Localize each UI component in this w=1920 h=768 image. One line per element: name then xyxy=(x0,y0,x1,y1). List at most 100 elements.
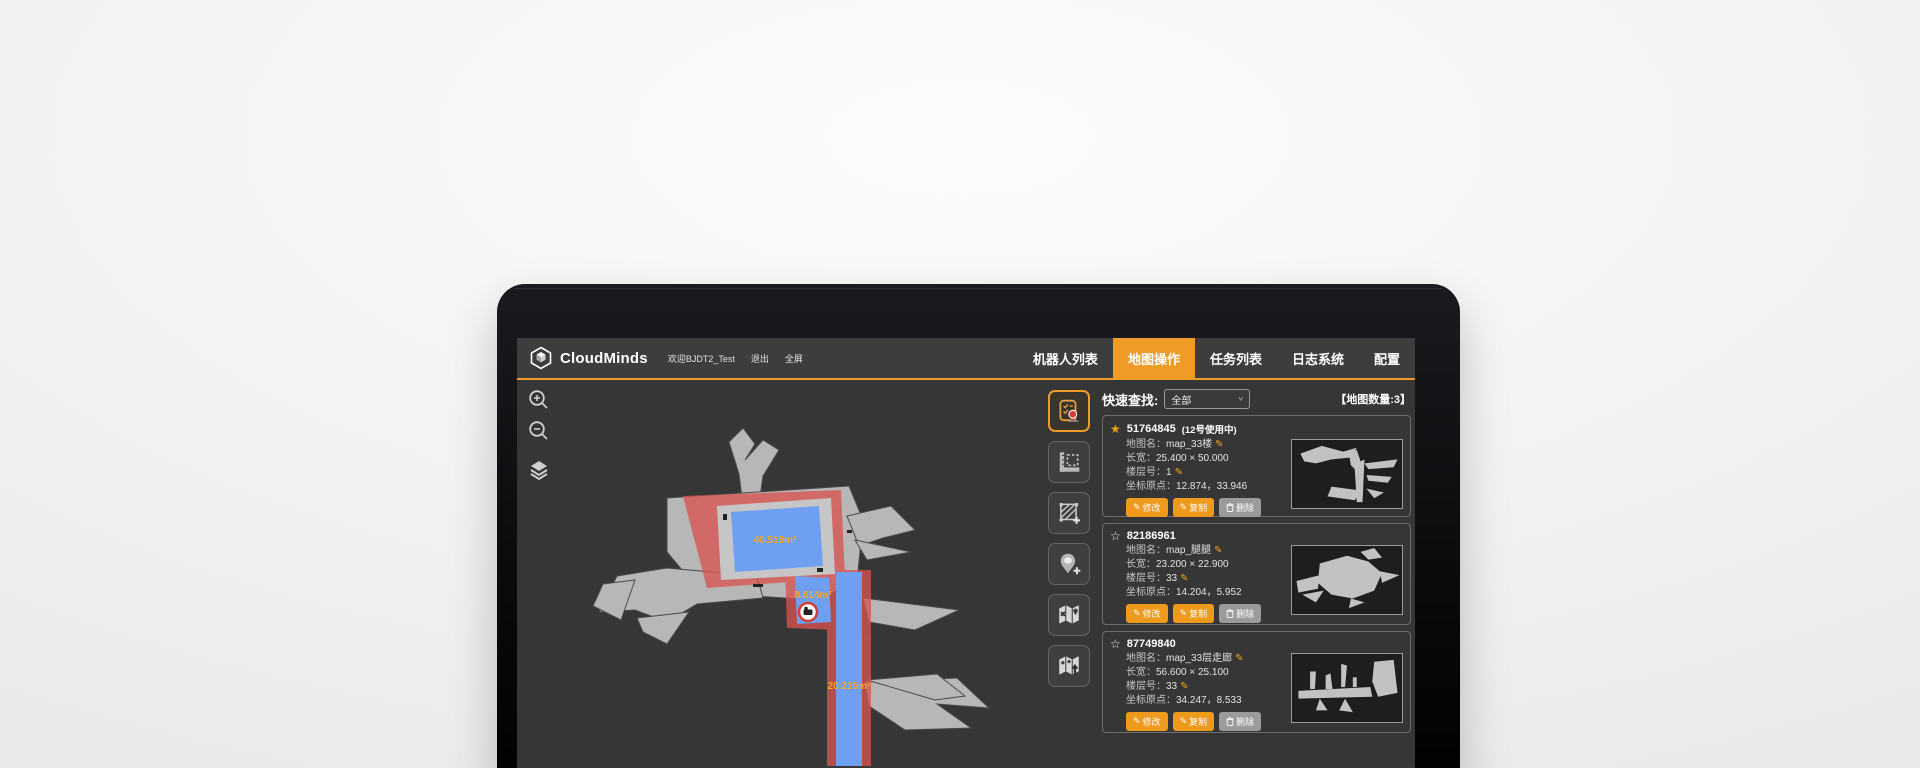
quick-find-label: 快速查找: xyxy=(1102,390,1158,409)
field-label: 楼层号： xyxy=(1126,467,1166,478)
panel-header: 快速查找: 全部 ˅ 【地图数量:3】 xyxy=(1102,389,1411,409)
tab-robot-list[interactable]: 机器人列表 xyxy=(1018,338,1113,378)
map-name-value: map_腿腿 xyxy=(1166,545,1211,556)
edit-pencil-icon: ✎ xyxy=(1180,608,1188,619)
webcam-dot xyxy=(960,298,965,303)
laptop-bezel: CloudMinds 欢迎BJDT2_Test 退出 全屏 机器人列表 地图操作… xyxy=(497,284,1460,768)
navbar: CloudMinds 欢迎BJDT2_Test 退出 全屏 机器人列表 地图操作… xyxy=(517,338,1415,380)
map-card-title: ☆ 87749840 xyxy=(1110,638,1403,650)
map-list-panel: 快速查找: 全部 ˅ 【地图数量:3】 ★ 51764845 (12号使用中) xyxy=(1100,380,1413,766)
field-label: 地图名： xyxy=(1126,545,1166,556)
area-label-2: 8.614m² xyxy=(794,590,832,601)
map-origin-value: 34.247，8.533 xyxy=(1176,695,1242,706)
fullscreen-link[interactable]: 全屏 xyxy=(785,352,803,365)
map-origin-value: 14.204，5.952 xyxy=(1176,587,1242,598)
area-label-3: 20.215m² xyxy=(828,681,871,692)
tab-settings[interactable]: 配置 xyxy=(1359,338,1415,378)
star-toggle[interactable]: ☆ xyxy=(1110,530,1121,542)
tool-add-point-button[interactable] xyxy=(1048,543,1090,585)
logout-link[interactable]: 退出 xyxy=(751,352,769,365)
tool-map-upload-button[interactable] xyxy=(1048,645,1090,687)
field-label: 地图名： xyxy=(1126,653,1166,664)
map-name-value: map_33层走廊 xyxy=(1166,653,1232,664)
task-point-list-icon xyxy=(1056,398,1082,424)
trash-icon xyxy=(1226,609,1234,618)
field-label: 坐标原点： xyxy=(1126,695,1176,706)
tab-map-operation[interactable]: 地图操作 xyxy=(1113,338,1195,378)
chevron-down-icon: ˅ xyxy=(1238,395,1243,403)
map-card-fields: 地图名：map_腿腿✎ 长宽：23.200 × 22.900 楼层号：33✎ 坐… xyxy=(1110,542,1291,623)
edit-pencil-icon[interactable]: ✎ xyxy=(1235,653,1243,664)
field-label: 坐标原点： xyxy=(1126,587,1176,598)
edit-pencil-icon[interactable]: ✎ xyxy=(1175,467,1183,478)
trash-icon xyxy=(1226,503,1234,512)
star-toggle[interactable]: ★ xyxy=(1110,423,1121,435)
trash-icon xyxy=(1226,717,1234,726)
filter-select[interactable]: 全部 ˅ xyxy=(1164,389,1250,409)
map-thumbnail xyxy=(1291,439,1403,509)
layers-icon[interactable] xyxy=(527,458,551,482)
map-card: ☆ 82186961 地图名：map_腿腿✎ 长宽：23.200 × 22.90… xyxy=(1102,523,1411,625)
measure-region-icon xyxy=(1056,449,1082,475)
delete-map-button[interactable]: 删除 xyxy=(1219,498,1261,517)
tool-map-edit-button[interactable] xyxy=(1048,594,1090,636)
map-origin-value: 12.874，33.946 xyxy=(1176,481,1247,492)
map-zoom-controls xyxy=(527,388,551,482)
add-point-icon xyxy=(1056,551,1082,577)
map-floor-value: 33 xyxy=(1166,573,1177,584)
tool-add-region-button[interactable] xyxy=(1048,492,1090,534)
content-area: 40.519m² 8.614m² 20.215m² xyxy=(517,380,1415,766)
tool-measure-region-button[interactable] xyxy=(1048,441,1090,483)
map-card-title: ☆ 82186961 xyxy=(1110,530,1403,542)
modify-map-button[interactable]: ✎修改 xyxy=(1126,498,1168,517)
zoom-in-icon[interactable] xyxy=(527,388,551,412)
field-label: 楼层号： xyxy=(1126,681,1166,692)
tab-task-list[interactable]: 任务列表 xyxy=(1195,338,1277,378)
edit-pencil-icon[interactable]: ✎ xyxy=(1180,681,1188,692)
tab-log-system[interactable]: 日志系统 xyxy=(1277,338,1359,378)
map-id: 87749840 xyxy=(1127,638,1176,650)
zoom-out-icon[interactable] xyxy=(527,419,551,443)
delete-map-button[interactable]: 删除 xyxy=(1219,712,1261,731)
brand: CloudMinds xyxy=(529,346,648,370)
map-thumbnail xyxy=(1291,653,1403,723)
map-card-actions: ✎修改 ✎复制 删除 xyxy=(1126,712,1291,731)
session-bar: 欢迎BJDT2_Test 退出 全屏 xyxy=(668,352,803,365)
map-floor-value: 1 xyxy=(1166,467,1172,478)
map-card-fields: 地图名：map_33楼✎ 长宽：25.400 × 50.000 楼层号：1✎ 坐… xyxy=(1110,436,1291,517)
edit-pencil-icon[interactable]: ✎ xyxy=(1215,439,1223,450)
map-id: 51764845 xyxy=(1127,423,1176,435)
modify-map-button[interactable]: ✎修改 xyxy=(1126,712,1168,731)
tool-task-points-button[interactable] xyxy=(1048,390,1090,432)
nav-tabs: 机器人列表 地图操作 任务列表 日志系统 配置 xyxy=(1018,338,1415,378)
field-label: 长宽： xyxy=(1126,559,1156,570)
welcome-text: 欢迎BJDT2_Test xyxy=(668,352,735,365)
edit-pencil-icon: ✎ xyxy=(1133,716,1141,727)
field-label: 长宽： xyxy=(1126,453,1156,464)
copy-map-button[interactable]: ✎复制 xyxy=(1173,498,1215,517)
field-label: 坐标原点： xyxy=(1126,481,1176,492)
modify-map-button[interactable]: ✎修改 xyxy=(1126,604,1168,623)
copy-map-button[interactable]: ✎复制 xyxy=(1173,604,1215,623)
map-card: ★ 51764845 (12号使用中) 地图名：map_33楼✎ 长宽：25.4… xyxy=(1102,415,1411,517)
star-toggle[interactable]: ☆ xyxy=(1110,638,1121,650)
map-id: 82186961 xyxy=(1127,530,1176,542)
brand-name: CloudMinds xyxy=(560,350,648,367)
map-size-value: 25.400 × 50.000 xyxy=(1156,453,1229,464)
map-floor-value: 33 xyxy=(1166,681,1177,692)
field-label: 地图名： xyxy=(1126,439,1166,450)
map-thumbnail xyxy=(1291,545,1403,615)
edit-pencil-icon: ✎ xyxy=(1133,608,1141,619)
edit-pencil-icon[interactable]: ✎ xyxy=(1214,545,1222,556)
map-card-title: ★ 51764845 (12号使用中) xyxy=(1110,422,1403,436)
map-size-value: 56.600 × 25.100 xyxy=(1156,667,1229,678)
delete-map-button[interactable]: 删除 xyxy=(1219,604,1261,623)
copy-map-button[interactable]: ✎复制 xyxy=(1173,712,1215,731)
edit-pencil-icon: ✎ xyxy=(1133,502,1141,513)
map-count-badge: 【地图数量:3】 xyxy=(1335,391,1411,407)
edit-pencil-icon[interactable]: ✎ xyxy=(1180,573,1188,584)
map-size-value: 23.200 × 22.900 xyxy=(1156,559,1229,570)
robot-position-marker[interactable] xyxy=(799,603,817,621)
map-upload-icon xyxy=(1056,653,1082,679)
map-toolbar xyxy=(1048,390,1092,687)
